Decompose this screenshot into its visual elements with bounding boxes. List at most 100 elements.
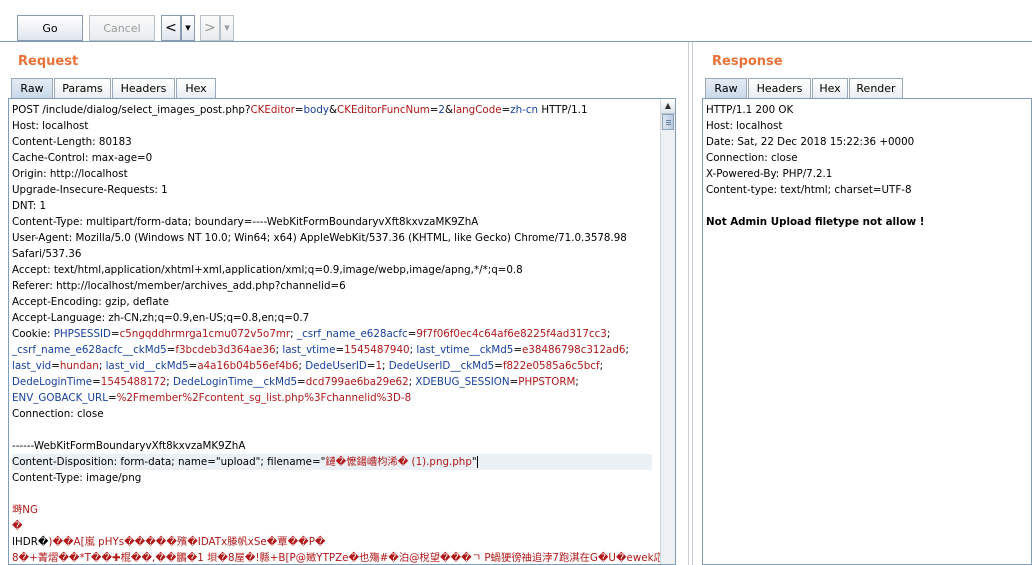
request-line-segment: DNT: 1 xyxy=(12,200,47,212)
request-line-segment: 1545487940 xyxy=(344,344,410,356)
request-line-segment: & xyxy=(444,104,453,116)
request-line: 8�+菁熠��*T��✚棍��,��鵬�1 垻�8屋�!縣+B[P@嬍YTPZe… xyxy=(12,550,673,564)
request-line-segment: Content-Disposition: form-data; name="up… xyxy=(12,456,326,468)
request-line-segment: = xyxy=(501,104,511,116)
request-line: User-Agent: Mozilla/5.0 (Windows NT 10.0… xyxy=(12,230,673,246)
request-scrollbar[interactable]: ▲ xyxy=(660,99,675,564)
back-history-dropdown-icon[interactable]: ▼ xyxy=(181,15,195,41)
request-tab-headers[interactable]: Headers xyxy=(112,78,175,98)
request-line-segment: Referer: http://localhost/member/archive… xyxy=(12,280,346,292)
request-line: Content-Disposition: form-data; name="up… xyxy=(12,454,652,470)
request-line-segment: = xyxy=(335,344,345,356)
request-tab-params[interactable]: Params xyxy=(54,78,111,98)
request-line-segment: = xyxy=(51,360,60,372)
response-line: Content-type: text/html; charset=UTF-8 xyxy=(706,184,912,196)
request-line: DedeLoginTime=1545488172; DedeLoginTime_… xyxy=(12,374,673,390)
request-body[interactable]: POST /include/dialog/select_images_post.… xyxy=(12,102,673,564)
request-line: Safari/537.36 xyxy=(12,246,673,262)
request-line-segment: & xyxy=(328,104,337,116)
request-line: 塒NG xyxy=(12,502,673,518)
request-line-segment: f3bcdeb3d364ae36 xyxy=(175,344,276,356)
request-line: Accept: text/html,application/xhtml+xml,… xyxy=(12,262,673,278)
request-line: Cookie: PHPSESSID=c5ngqddhrmrga1cmu072v5… xyxy=(12,326,673,342)
response-line: Not Admin Upload filetype not allow ! xyxy=(706,216,925,228)
response-tab-render[interactable]: Render xyxy=(849,78,903,98)
request-line-segment: = xyxy=(110,328,120,340)
request-line-segment: dcd799ae6ba29e62 xyxy=(305,376,409,388)
back-button[interactable]: < xyxy=(161,15,181,41)
request-line-segment: Cookie: xyxy=(12,328,54,340)
request-line-segment: = xyxy=(494,360,503,372)
request-line-segment: Host: localhost xyxy=(12,120,89,132)
response-line: HTTP/1.1 200 OK xyxy=(706,104,794,116)
response-tab-raw[interactable]: Raw xyxy=(705,78,747,98)
response-line: Host: localhost xyxy=(706,120,783,132)
request-tab-raw[interactable]: Raw xyxy=(11,78,53,98)
request-line-segment: 殯�IDATx滕帆xSe�覃��P� xyxy=(176,536,326,548)
request-tab-hex[interactable]: Hex xyxy=(176,78,216,98)
request-line: DNT: 1 xyxy=(12,198,673,214)
request-line xyxy=(12,486,673,502)
request-line-segment: Content-Length: 80183 xyxy=(12,136,132,148)
response-title: Response xyxy=(712,54,783,69)
scroll-thumb[interactable] xyxy=(662,114,674,130)
request-line: � xyxy=(12,518,673,534)
request-line-segment: = xyxy=(92,376,101,388)
request-line-segment: body xyxy=(303,104,329,116)
request-line-segment: ENV_GOBACK_URL xyxy=(12,392,108,404)
request-line: last_vid=hundan; last_vid__ckMd5=a4a16b0… xyxy=(12,358,673,374)
response-editor[interactable]: HTTP/1.1 200 OK Host: localhost Date: Sat,… xyxy=(702,98,1032,565)
request-line-segment: IHDR� xyxy=(12,536,49,548)
request-line-segment: hundan xyxy=(59,360,99,372)
request-line: IHDR�)��A[嵐 pHYs�����殯�IDATx滕帆xSe�覃��P� xyxy=(12,534,673,550)
toolbar: Go Cancel < ▼ > ▼ xyxy=(0,0,1032,42)
request-line-segment: c5ngqddhrmrga1cmu072v5o7mr xyxy=(119,328,291,340)
request-line: POST /include/dialog/select_images_post.… xyxy=(12,102,673,118)
request-line: Accept-Encoding: gzip, deflate xyxy=(12,294,673,310)
request-line-segment: Content-Type: image/png xyxy=(12,472,142,484)
cancel-button[interactable]: Cancel xyxy=(89,15,155,41)
request-line-segment: DedeUserID xyxy=(305,360,367,372)
request-line-segment: Upgrade-Insecure-Requests: 1 xyxy=(12,184,168,196)
forward-history-dropdown-icon[interactable]: ▼ xyxy=(220,15,234,41)
response-line: Connection: close xyxy=(706,152,798,164)
request-line-segment: 9f7f06f0ec4c64af6e8225f4ad317cc3 xyxy=(416,328,607,340)
request-line-segment: last_vtime xyxy=(282,344,336,356)
request-line-segment: DedeUserID__ckMd5 xyxy=(388,360,495,372)
request-line-segment: ; xyxy=(599,360,604,372)
go-button[interactable]: Go xyxy=(17,15,83,41)
request-line-segment: ------WebKitFormBoundaryvXft8kxvzaMK9ZhA xyxy=(12,440,246,452)
request-line-segment: ; xyxy=(290,328,297,340)
request-line-segment: = xyxy=(297,376,306,388)
request-line-segment: Accept: text/html,application/xhtml+xml,… xyxy=(12,264,523,276)
request-line-segment: ; xyxy=(575,376,579,388)
request-line: Accept-Language: zh-CN,zh;q=0.9,en-US;q=… xyxy=(12,310,673,326)
scroll-up-icon[interactable]: ▲ xyxy=(661,99,675,114)
request-panel: Request Raw Params Headers Hex POST /inc… xyxy=(0,42,688,565)
request-line-segment: ; xyxy=(382,360,389,372)
response-tab-headers[interactable]: Headers xyxy=(748,78,811,98)
request-line-segment: POST /include/dialog/select_images_post.… xyxy=(12,104,251,116)
request-editor[interactable]: POST /include/dialog/select_images_post.… xyxy=(8,98,676,565)
request-line-segment: DedeLoginTime xyxy=(12,376,93,388)
request-line-segment: last_vid__ckMd5 xyxy=(105,360,189,372)
request-line-segment: last_vtime__ckMd5 xyxy=(416,344,514,356)
request-tabs: Raw Params Headers Hex xyxy=(11,78,217,98)
request-line-segment: � xyxy=(12,520,23,532)
request-line-segment: 塒NG xyxy=(12,504,38,516)
response-tab-hex[interactable]: Hex xyxy=(812,78,848,98)
request-line: Origin: http://localhost xyxy=(12,166,673,182)
request-line-segment: _csrf_name_e628acfc__ckMd5 xyxy=(12,344,167,356)
request-line-segment: CKEditor xyxy=(250,104,295,116)
request-line-segment: PHPSTORM xyxy=(518,376,576,388)
request-line: Upgrade-Insecure-Requests: 1 xyxy=(12,182,673,198)
request-line-segment: e38486798c312ad6 xyxy=(521,344,626,356)
request-line-segment: = xyxy=(509,376,519,388)
request-line-segment: XDEBUG_SESSION xyxy=(415,376,510,388)
forward-button[interactable]: > xyxy=(200,15,220,41)
request-line: _csrf_name_e628acfc__ckMd5 = f3bcdeb3d364a… xyxy=(12,342,673,358)
request-line-segment: ; xyxy=(625,344,629,356)
request-line-segment: )��A[嵐 pHYs����� xyxy=(48,536,177,548)
request-line-segment: Connection: close xyxy=(12,408,104,420)
request-line-segment: HTTP/1.1 xyxy=(538,104,588,116)
